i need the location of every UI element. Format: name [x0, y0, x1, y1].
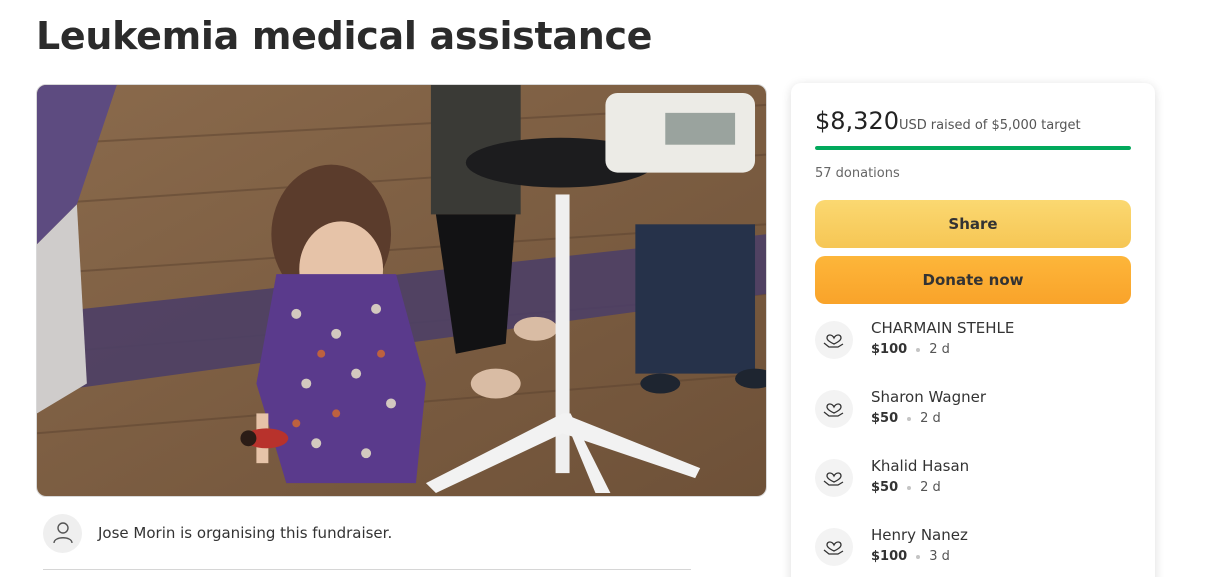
raised-amount: $8,320	[815, 107, 899, 135]
donor-name: Khalid Hasan	[871, 457, 970, 475]
separator-dot	[907, 485, 912, 490]
divider	[43, 569, 691, 570]
heart-hand-icon	[815, 321, 853, 359]
organiser-row: Jose Morin is organising this fundraiser…	[43, 513, 691, 553]
donor-item[interactable]: Khalid Hasan $50 2 d	[815, 457, 1131, 507]
donor-item[interactable]: CHARMAIN STEHLE $100 2 d	[815, 319, 1131, 369]
donation-card: $8,320 USD raised of $5,000 target 57 do…	[791, 83, 1155, 577]
share-button[interactable]: Share	[815, 200, 1131, 248]
progress-bar	[815, 146, 1131, 150]
donor-name: Sharon Wagner	[871, 388, 986, 406]
separator-dot	[916, 554, 921, 559]
user-icon	[43, 513, 82, 553]
raised-summary: $8,320 USD raised of $5,000 target	[815, 107, 1081, 135]
separator-dot	[916, 347, 921, 352]
donor-time: 2 d	[920, 480, 941, 495]
donor-meta: $50 2 d	[871, 480, 941, 495]
heart-hand-icon	[815, 390, 853, 428]
fundraiser-hero-image	[36, 84, 767, 497]
target-text: raised of $5,000 target	[930, 118, 1081, 133]
donor-amount: $50	[871, 411, 899, 426]
donor-item[interactable]: Henry Nanez $100 3 d	[815, 526, 1131, 576]
progress-fill	[815, 146, 1131, 150]
donor-amount: $100	[871, 549, 908, 564]
donation-count: 57 donations	[815, 166, 900, 181]
hero-photo	[37, 85, 766, 496]
donate-now-button[interactable]: Donate now	[815, 256, 1131, 304]
heart-hand-icon	[815, 459, 853, 497]
donor-meta: $100 2 d	[871, 342, 950, 357]
organiser-text: Jose Morin is organising this fundraiser…	[98, 524, 393, 542]
donor-amount: $50	[871, 480, 899, 495]
donor-time: 2 d	[929, 342, 950, 357]
heart-hand-icon	[815, 528, 853, 566]
donor-name: Henry Nanez	[871, 526, 968, 544]
donor-time: 2 d	[920, 411, 941, 426]
donor-name: CHARMAIN STEHLE	[871, 319, 1015, 337]
page-title: Leukemia medical assistance	[36, 14, 653, 58]
donor-time: 3 d	[929, 549, 950, 564]
currency-label: USD	[898, 118, 927, 133]
donor-meta: $100 3 d	[871, 549, 950, 564]
donor-amount: $100	[871, 342, 908, 357]
separator-dot	[907, 416, 912, 421]
donor-meta: $50 2 d	[871, 411, 941, 426]
donor-item[interactable]: Sharon Wagner $50 2 d	[815, 388, 1131, 438]
